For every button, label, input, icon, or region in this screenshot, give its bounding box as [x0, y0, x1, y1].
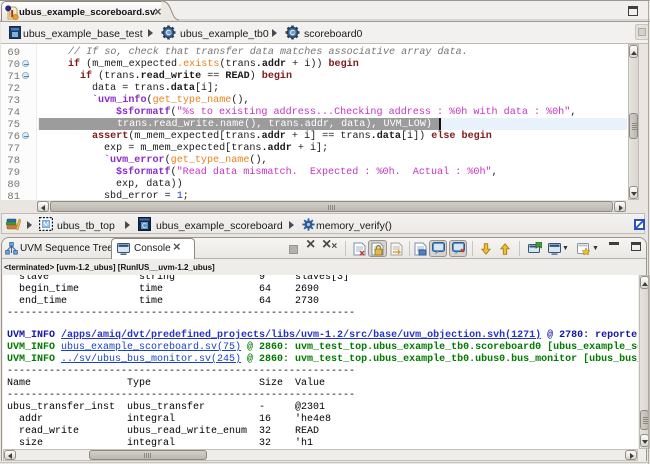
svg-text:C: C — [142, 223, 147, 230]
svg-text:C: C — [290, 30, 295, 37]
svg-text:M: M — [43, 222, 49, 229]
svg-text:C: C — [166, 30, 171, 37]
